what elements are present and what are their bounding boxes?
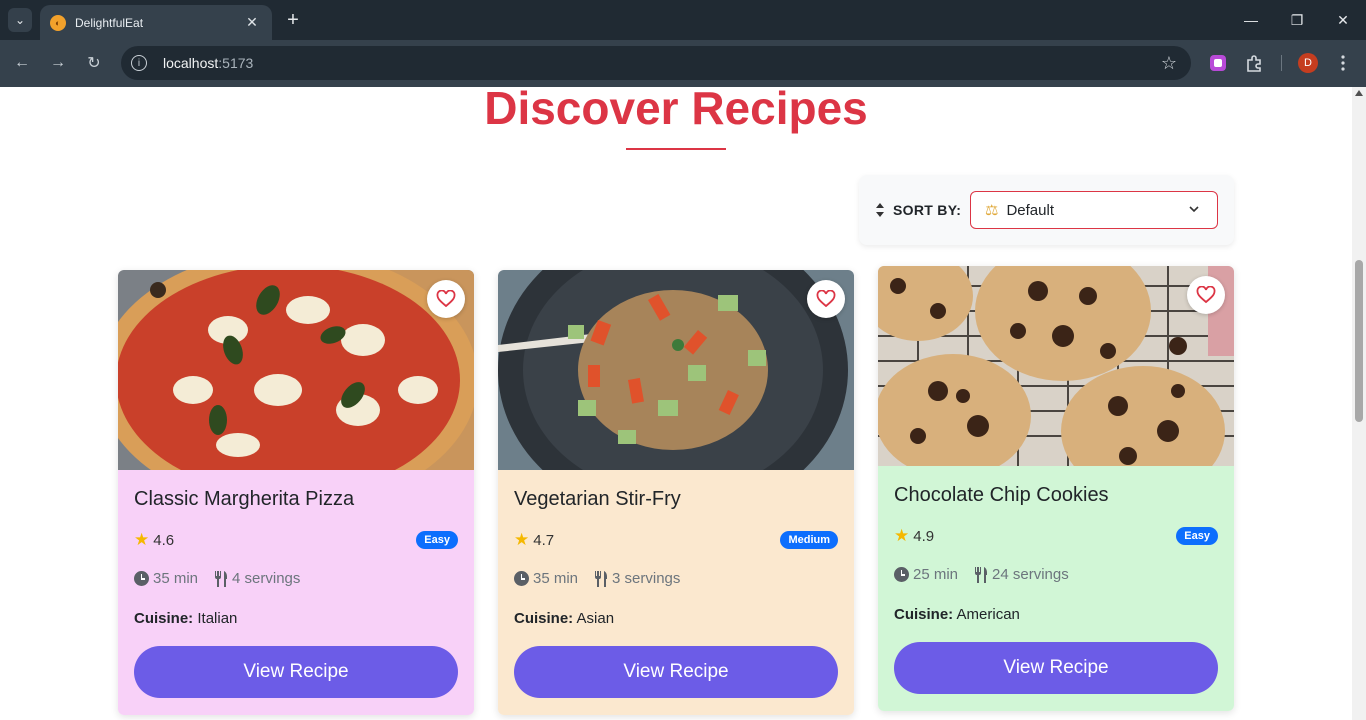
star-icon: ★: [894, 526, 910, 545]
chevron-down-icon: [1189, 206, 1199, 213]
recipe-meta: 35 min 4 servings: [134, 570, 316, 587]
toolbar-divider: [1281, 55, 1282, 71]
recipe-card: Chocolate Chip Cookies ★ 4.9 Easy 25 min …: [878, 266, 1234, 711]
minimize-icon[interactable]: —: [1228, 0, 1274, 40]
recipe-card-body: Vegetarian Stir-Fry ★ 4.7 Medium 35 min 3…: [498, 470, 854, 715]
view-recipe-button[interactable]: View Recipe: [894, 642, 1218, 694]
favorite-button[interactable]: [427, 280, 465, 318]
address-bar[interactable]: i localhost:5173 ☆: [121, 46, 1191, 80]
heart-icon: [816, 290, 836, 308]
restore-icon[interactable]: ❐: [1274, 0, 1320, 40]
recipe-title: Vegetarian Stir-Fry: [514, 488, 681, 510]
recipe-card-body: Classic Margherita Pizza ★ 4.6 Easy 35 mi…: [118, 470, 474, 715]
difficulty-badge: Medium: [780, 531, 838, 549]
scale-icon: ⚖: [985, 202, 999, 219]
recipe-time: 35 min: [153, 570, 199, 587]
site-favicon-icon: ◐: [50, 14, 66, 31]
recipe-time: 35 min: [533, 570, 579, 587]
recipe-card-body: Chocolate Chip Cookies ★ 4.9 Easy 25 min …: [878, 466, 1234, 711]
site-info-icon[interactable]: i: [131, 55, 147, 71]
recipe-servings: 4 servings: [232, 570, 301, 587]
difficulty-badge: Easy: [416, 531, 458, 549]
favorite-button[interactable]: [1187, 276, 1225, 314]
recipe-time: 25 min: [913, 566, 959, 583]
recipe-title: Classic Margherita Pizza: [134, 488, 355, 510]
recipe-cuisine: Cuisine: American: [894, 606, 1020, 623]
utensils-icon: [975, 566, 988, 583]
browser-tab[interactable]: ◐ DelightfulEat ✕: [40, 5, 272, 40]
page-title: Discover Recipes: [484, 87, 868, 134]
heart-icon: [1196, 286, 1216, 304]
sort-value: Default: [1006, 201, 1054, 219]
clock-icon: [134, 571, 149, 586]
heart-icon: [436, 290, 456, 308]
clock-icon: [894, 567, 909, 582]
clock-icon: [514, 571, 529, 586]
browser-menu-icon[interactable]: [1333, 53, 1353, 73]
utensils-icon: [215, 570, 228, 587]
recipe-meta: 25 min 24 servings: [894, 566, 1085, 583]
star-icon: ★: [514, 530, 530, 549]
rating-row: ★ 4.9 Easy: [894, 526, 1218, 546]
recipe-image[interactable]: [118, 270, 474, 470]
recipe-rating: ★ 4.6: [134, 530, 175, 549]
recipe-rating: ★ 4.9: [894, 526, 935, 545]
browser-tab-bar: ⌄ ◐ DelightfulEat ✕ + — ❐ ✕: [0, 0, 1366, 40]
back-arrow-icon[interactable]: ←: [11, 52, 33, 74]
tab-search-button[interactable]: ⌄: [8, 8, 32, 32]
scrollbar-thumb[interactable]: [1355, 260, 1363, 422]
page-content: Discover Recipes SORT BY: ⚖ Default Clas…: [0, 87, 1352, 720]
recipe-cuisine: Cuisine: Asian: [514, 610, 615, 627]
url-text: localhost:5173: [163, 55, 254, 71]
recipe-servings: 3 servings: [612, 570, 681, 587]
rating-row: ★ 4.7 Medium: [514, 530, 838, 550]
extension-icon[interactable]: [1208, 53, 1228, 73]
recipe-card: Classic Margherita Pizza ★ 4.6 Easy 35 mi…: [118, 270, 474, 715]
sort-icon: [876, 203, 884, 217]
close-tab-icon[interactable]: ✕: [242, 14, 262, 31]
bookmark-star-icon[interactable]: ☆: [1161, 53, 1177, 74]
title-underline: [626, 148, 726, 150]
tab-title: DelightfulEat: [75, 15, 144, 30]
sort-label: SORT BY:: [893, 202, 962, 218]
forward-arrow-icon[interactable]: →: [47, 52, 69, 74]
recipe-title: Chocolate Chip Cookies: [894, 484, 1109, 506]
reload-icon[interactable]: ↻: [83, 52, 105, 74]
star-icon: ★: [134, 530, 150, 549]
profile-avatar[interactable]: D: [1298, 53, 1318, 73]
sort-select[interactable]: ⚖ Default: [970, 191, 1218, 229]
recipe-meta: 35 min 3 servings: [514, 570, 696, 587]
sort-panel: SORT BY: ⚖ Default: [859, 175, 1234, 245]
browser-toolbar: ← → ↻ i localhost:5173 ☆: [0, 40, 1366, 87]
recipe-image[interactable]: [878, 266, 1234, 466]
new-tab-button[interactable]: +: [282, 9, 304, 31]
view-recipe-button[interactable]: View Recipe: [134, 646, 458, 698]
rating-row: ★ 4.6 Easy: [134, 530, 458, 550]
view-recipe-button[interactable]: View Recipe: [514, 646, 838, 698]
difficulty-badge: Easy: [1176, 527, 1218, 545]
scroll-up-arrow-icon[interactable]: [1355, 90, 1363, 96]
recipe-rating: ★ 4.7: [514, 530, 555, 549]
favorite-button[interactable]: [807, 280, 845, 318]
recipe-card: Vegetarian Stir-Fry ★ 4.7 Medium 35 min 3…: [498, 270, 854, 715]
extensions-puzzle-icon[interactable]: [1244, 53, 1264, 73]
recipe-servings: 24 servings: [992, 566, 1069, 583]
close-window-icon[interactable]: ✕: [1320, 0, 1366, 40]
utensils-icon: [595, 570, 608, 587]
recipe-image[interactable]: [498, 270, 854, 470]
recipe-cuisine: Cuisine: Italian: [134, 610, 238, 627]
